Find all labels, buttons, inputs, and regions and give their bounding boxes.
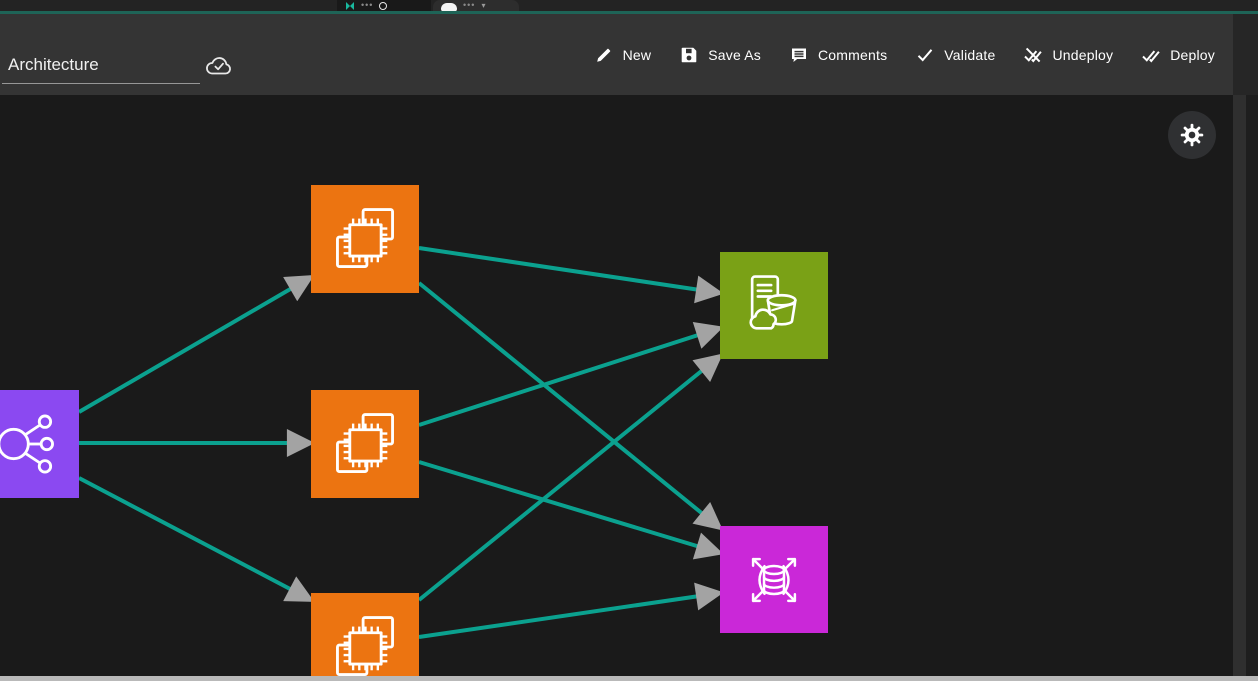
- chevron-down-icon: ▾: [481, 2, 485, 10]
- new-label: New: [623, 47, 652, 63]
- right-panel-edge: [1246, 95, 1258, 676]
- save-as-label: Save As: [708, 47, 761, 63]
- diagram-node-load-balancer[interactable]: [0, 390, 79, 498]
- canvas-settings-button[interactable]: [1168, 111, 1216, 159]
- diagram-title-input[interactable]: [2, 40, 200, 84]
- ellipsis-icon: •••: [361, 1, 373, 10]
- browser-tab-2[interactable]: ••• ▾: [433, 0, 519, 11]
- header-right-spacer: [1233, 14, 1258, 95]
- pencil-icon: [594, 45, 614, 65]
- diagram-node-database[interactable]: [720, 526, 828, 633]
- save-icon: [679, 45, 699, 65]
- diagram-canvas[interactable]: [0, 95, 1233, 676]
- edge-instance-1-to-storage[interactable]: [419, 248, 720, 293]
- edge-instance-3-to-database[interactable]: [419, 593, 720, 637]
- horizontal-scrollbar[interactable]: [0, 676, 1258, 681]
- undeploy-label: Undeploy: [1052, 47, 1113, 63]
- load-balancer-icon: [0, 406, 63, 482]
- diagram-node-storage[interactable]: [720, 252, 828, 359]
- vertical-scrollbar-track[interactable]: [1233, 95, 1246, 676]
- toolbar-actions: New Save As Comments Validate Undeploy Deploy: [594, 14, 1215, 95]
- cloud-check-icon: [204, 54, 234, 83]
- edge-instance-2-to-storage[interactable]: [419, 328, 720, 425]
- diagram-node-instance-2[interactable]: [311, 390, 419, 498]
- validate-button[interactable]: Validate: [915, 45, 995, 65]
- new-button[interactable]: New: [594, 45, 652, 65]
- save-as-button[interactable]: Save As: [679, 45, 761, 65]
- edge-instance-1-to-database[interactable]: [419, 283, 720, 528]
- scaling-database-icon: [736, 542, 812, 618]
- user-ring-icon: [379, 2, 387, 10]
- diagram-node-instance-1[interactable]: [311, 185, 419, 293]
- edges-layer: [0, 95, 1233, 676]
- edge-load-balancer-to-instance-3[interactable]: [79, 478, 311, 600]
- deploy-button[interactable]: Deploy: [1141, 45, 1215, 65]
- ec2-instances-icon: [327, 201, 403, 277]
- toolbar: New Save As Comments Validate Undeploy Deploy: [0, 14, 1233, 95]
- comments-button[interactable]: Comments: [789, 45, 887, 65]
- browser-tab-strip: ••• ••• ▾: [0, 0, 1258, 11]
- double-check-slash-icon: [1023, 45, 1043, 65]
- app-logo-icon: [345, 1, 355, 11]
- diagram-node-instance-3[interactable]: [311, 593, 419, 676]
- check-icon: [915, 45, 935, 65]
- double-check-icon: [1141, 45, 1161, 65]
- comments-label: Comments: [818, 47, 887, 63]
- deploy-label: Deploy: [1170, 47, 1215, 63]
- comments-icon: [789, 45, 809, 65]
- validate-label: Validate: [944, 47, 995, 63]
- edge-instance-3-to-storage[interactable]: [419, 356, 720, 600]
- edge-load-balancer-to-instance-1[interactable]: [79, 277, 311, 412]
- ec2-instances-icon: [327, 609, 403, 676]
- gear-icon: [1179, 122, 1205, 148]
- browser-tab-1[interactable]: •••: [337, 0, 431, 11]
- undeploy-button[interactable]: Undeploy: [1023, 45, 1113, 65]
- storage-backup-icon: [736, 268, 812, 344]
- ellipsis-icon: •••: [463, 1, 475, 10]
- ec2-instances-icon: [327, 406, 403, 482]
